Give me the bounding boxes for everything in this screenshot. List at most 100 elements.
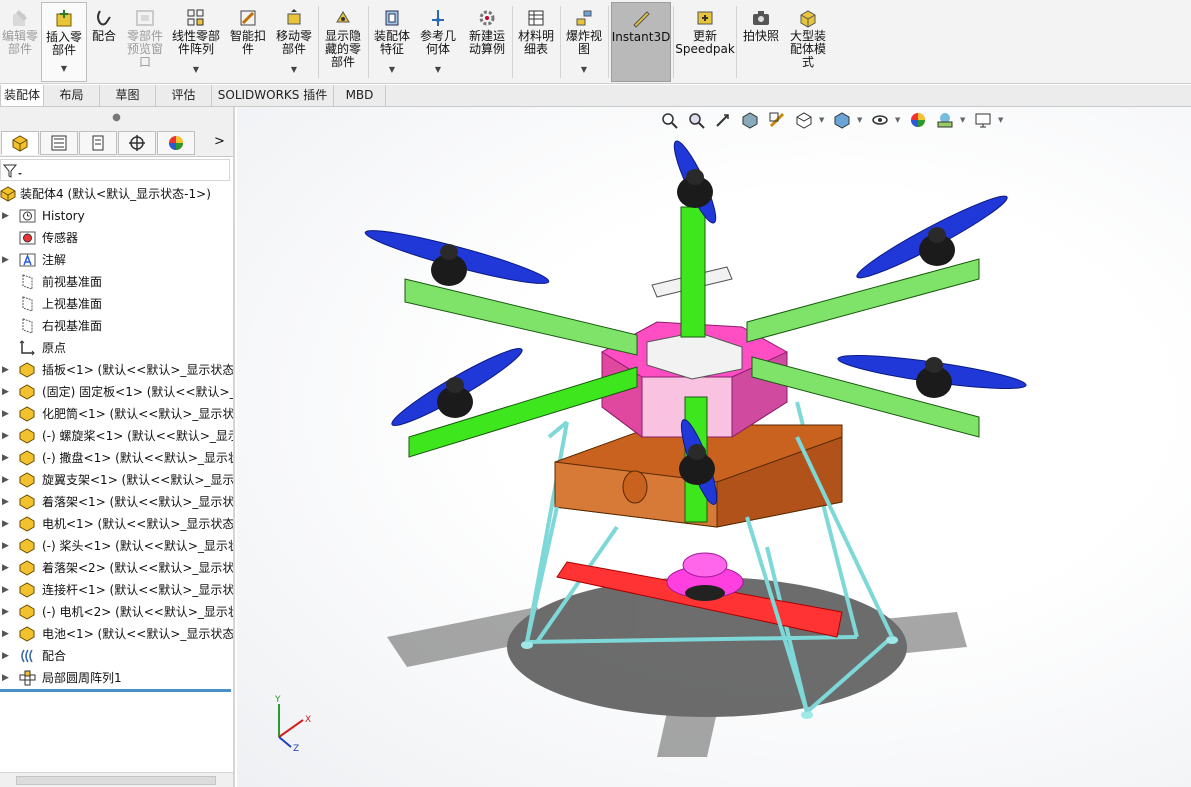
tree-item-label: 着落架<1> (默认<<默认>_显示状态	[42, 495, 233, 509]
take-snapshot-button[interactable]: 拍快照	[739, 2, 783, 82]
propertymanager-tab[interactable]	[40, 131, 78, 155]
feature-tree-filter[interactable]	[0, 159, 230, 181]
rollback-bar[interactable]	[0, 689, 231, 692]
tree-item-circular-pattern[interactable]: ▶ 局部圆周阵列1	[0, 667, 233, 689]
filter-icon	[3, 164, 22, 178]
tree-item-history[interactable]: ▶ History	[0, 205, 233, 227]
expand-arrow[interactable]: ▶	[2, 403, 9, 425]
tree-root-label: 装配体4 (默认<默认_显示状态-1>)	[20, 187, 211, 201]
ground-shadow	[387, 577, 967, 757]
tree-item-mates[interactable]: ▶ 配合	[0, 645, 233, 667]
instant3d-icon	[631, 9, 651, 29]
move-component-button[interactable]: 移动零 部件 ▼	[272, 2, 316, 82]
new-motion-study-button[interactable]: 新建运 动算例	[464, 2, 510, 82]
linear-component-pattern-button[interactable]: 线性零部 件阵列 ▼	[168, 2, 224, 82]
tree-item-top-plane[interactable]: 上视基准面	[0, 293, 233, 315]
reference-geometry-dropdown-arrow[interactable]: ▼	[435, 63, 441, 76]
tree-item-component[interactable]: ▶ 连接杆<1> (默认<<默认>_显示状态	[0, 579, 233, 601]
scrollbar-thumb[interactable]	[16, 776, 216, 785]
tree-item-component[interactable]: ▶ (-) 电机<2> (默认<<默认>_显示状	[0, 601, 233, 623]
tree-item-component[interactable]: ▶ 旋翼支架<1> (默认<<默认>_显示状	[0, 469, 233, 491]
dimxpertmanager-tab[interactable]	[118, 131, 156, 155]
show-hidden-components-button[interactable]: 显示隐 藏的零 部件	[320, 2, 366, 82]
expand-arrow[interactable]: ▶	[2, 535, 9, 557]
expand-arrow[interactable]: ▶	[2, 667, 9, 689]
tree-item-component[interactable]: ▶ 电池<1> (默认<<默认>_显示状态	[0, 623, 233, 645]
instant3d-button[interactable]: Instant3D	[611, 2, 671, 82]
expand-arrow[interactable]: ▶	[2, 425, 9, 447]
tab-assembly[interactable]: 装配体	[0, 85, 44, 106]
tree-item-component[interactable]: ▶ 化肥筒<1> (默认<<默认>_显示状态	[0, 403, 233, 425]
drone-3d-model[interactable]	[237, 107, 1191, 787]
tab-mbd[interactable]: MBD	[334, 85, 386, 106]
expand-arrow[interactable]: ▶	[2, 491, 9, 513]
tab-sketch[interactable]: 草图	[100, 85, 156, 106]
tree-item-sensors[interactable]: 传感器	[0, 227, 233, 249]
assembly-features-dropdown-arrow[interactable]: ▼	[389, 63, 395, 76]
configurationmanager-tab[interactable]	[79, 131, 117, 155]
large-assembly-mode-button[interactable]: 大型装 配体模 式	[785, 2, 831, 82]
linear-pattern-dropdown-arrow[interactable]: ▼	[193, 63, 199, 76]
tree-item-component[interactable]: ▶ 电机<1> (默认<<默认>_显示状态	[0, 513, 233, 535]
insert-components-dropdown-arrow[interactable]: ▼	[61, 62, 67, 75]
landing-foot	[521, 641, 533, 649]
expand-arrow[interactable]: ▶	[2, 513, 9, 535]
tree-item-label: 连接杆<1> (默认<<默认>_显示状态	[42, 583, 233, 597]
exploded-view-button[interactable]: 爆炸视 图 ▼	[562, 2, 606, 82]
graphics-area[interactable]: ▼ ▼ ▼ ▼ ▼ Y X Z	[237, 107, 1191, 787]
expand-arrow[interactable]: ▶	[2, 645, 9, 667]
tab-solidworks-addins[interactable]: SOLIDWORKS 插件	[212, 85, 334, 106]
expand-arrow[interactable]: ▶	[2, 359, 9, 381]
expand-arrow[interactable]: ▶	[2, 381, 9, 403]
tree-item-component[interactable]: ▶ 着落架<2> (默认<<默认>_显示状态	[0, 557, 233, 579]
expand-arrow[interactable]: ▶	[2, 601, 9, 623]
spreader-disc	[666, 552, 744, 601]
smart-fasteners-button[interactable]: 智能扣 件	[226, 2, 270, 82]
bill-of-materials-button[interactable]: 材料明 细表	[514, 2, 558, 82]
assembly-features-button[interactable]: 装配体 特征 ▼	[370, 2, 414, 82]
reference-geometry-button[interactable]: 参考几 何体 ▼	[416, 2, 460, 82]
displaymanager-tab[interactable]	[157, 131, 195, 155]
tab-evaluate[interactable]: 评估	[156, 85, 212, 106]
expand-arrow[interactable]: ▶	[2, 205, 9, 227]
insert-components-button[interactable]: 插入零 部件 ▼	[41, 2, 87, 82]
part-icon	[19, 626, 35, 642]
tree-item-label: 着落架<2> (默认<<默认>_显示状态	[42, 561, 233, 575]
exploded-view-dropdown-arrow[interactable]: ▼	[581, 63, 587, 76]
tree-item-component[interactable]: ▶ (-) 桨头<1> (默认<<默认>_显示状	[0, 535, 233, 557]
tree-item-component[interactable]: ▶ 插板<1> (默认<<默认>_显示状态	[0, 359, 233, 381]
tree-item-right-plane[interactable]: 右视基准面	[0, 315, 233, 337]
tree-horizontal-scrollbar[interactable]	[0, 772, 233, 787]
expand-arrow[interactable]: ▶	[2, 469, 9, 491]
dimxpertmanager-tab-icon	[129, 135, 145, 151]
tree-item-annotations[interactable]: ▶ 注解	[0, 249, 233, 271]
tab-layout[interactable]: 布局	[44, 85, 100, 106]
tree-item-front-plane[interactable]: 前视基准面	[0, 271, 233, 293]
tree-item-component[interactable]: ▶ (固定) 固定板<1> (默认<<默认>_显	[0, 381, 233, 403]
tree-item-origin[interactable]: 原点	[0, 337, 233, 359]
panel-resize-grip[interactable]: ●	[0, 107, 233, 129]
mate-button[interactable]: 配合	[88, 2, 120, 82]
expand-arrow[interactable]: ▶	[2, 623, 9, 645]
expand-arrow[interactable]: ▶	[2, 579, 9, 601]
tree-item-component[interactable]: ▶ (-) 撒盘<1> (默认<<默认>_显示状	[0, 447, 233, 469]
expand-arrow[interactable]: ▶	[2, 249, 9, 271]
tree-item-label: (-) 桨头<1> (默认<<默认>_显示状	[42, 539, 233, 553]
edit-component-button[interactable]: 编辑零 部件	[0, 2, 40, 82]
update-speedpak-button[interactable]: 更新 Speedpak	[675, 2, 735, 82]
tree-item-label: 局部圆周阵列1	[42, 671, 122, 685]
expand-arrow[interactable]: ▶	[2, 447, 9, 469]
tree-item-component[interactable]: ▶ (-) 螺旋桨<1> (默认<<默认>_显示	[0, 425, 233, 447]
ribbon-separator	[673, 6, 674, 78]
expand-arrow[interactable]: ▶	[2, 557, 9, 579]
part-icon	[19, 494, 35, 510]
featuremanager-tab[interactable]	[1, 131, 39, 155]
x-axis-label: X	[305, 715, 311, 725]
tree-item-component[interactable]: ▶ 着落架<1> (默认<<默认>_显示状态	[0, 491, 233, 513]
tree-item-label: 上视基准面	[42, 297, 103, 311]
tree-root-assembly[interactable]: 装配体4 (默认<默认_显示状态-1>)	[0, 183, 233, 205]
tree-item-label: History	[42, 209, 85, 223]
component-preview-window-button[interactable]: 零部件 预览窗 口	[122, 2, 168, 82]
panel-tabs-more-arrow[interactable]: >	[214, 134, 225, 149]
move-component-dropdown-arrow[interactable]: ▼	[291, 63, 297, 76]
